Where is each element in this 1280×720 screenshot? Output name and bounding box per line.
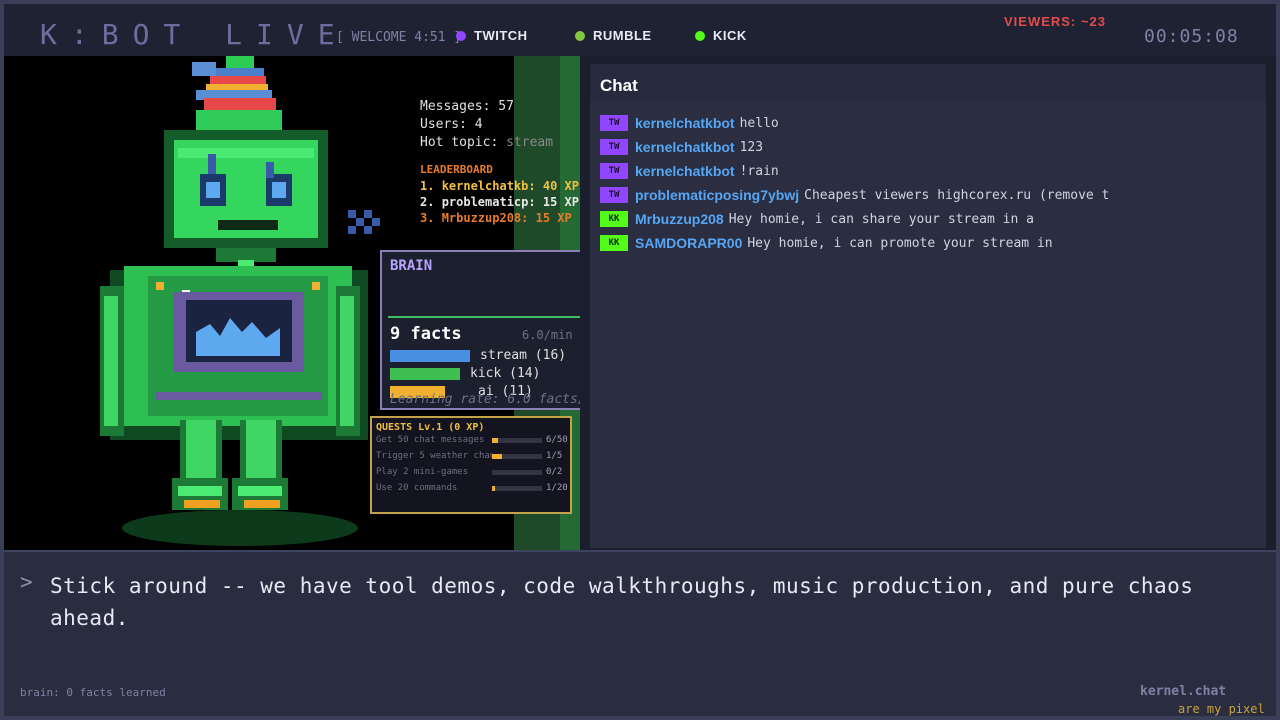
- kick-status-dot-icon: [695, 30, 705, 41]
- site-link[interactable]: kernel.chat: [1140, 684, 1226, 699]
- topic-bar-fill: [390, 349, 470, 362]
- chat-text: 123: [739, 139, 764, 155]
- top-bar: K:BOT LIVE [ WELCOME 4:51 ] TWITCH RUMBL…: [4, 4, 1276, 56]
- caption-text: Stick around -- we have tool demos, code…: [50, 574, 1194, 630]
- chat-stats: Messages: 57 Users: 4 Hot topic: stream: [420, 98, 553, 152]
- leaderboard-entry: 2. problematicp: 15 XP: [420, 195, 579, 209]
- prompt-icon: >: [20, 570, 33, 594]
- chat-message-list[interactable]: TW kernelchatkbot hello TW kernelchatkbo…: [590, 100, 1266, 548]
- welcome-text: [ WELCOME 4:51 ]: [336, 30, 462, 45]
- messages-stat: Messages: 57: [420, 99, 514, 114]
- brain-panel: BRAIN 9 facts 6.0/min stream (16) kick (…: [380, 250, 580, 410]
- chat-username[interactable]: problematicposing7ybwj: [635, 187, 799, 203]
- chat-username[interactable]: kernelchatkbot: [635, 115, 735, 131]
- hot-topic-stat: Hot topic: stream: [420, 135, 554, 150]
- learning-rate: Learning rate: 6.0 facts/min: [390, 392, 580, 407]
- chat-title: Chat: [600, 76, 638, 95]
- platform-twitch: TWITCH: [456, 28, 528, 43]
- chat-username[interactable]: kernelchatkbot: [635, 139, 735, 155]
- leaderboard-title: LEADERBOARD: [420, 163, 493, 176]
- platform-twitch-label: TWITCH: [474, 28, 528, 43]
- platform-kick: KICK: [695, 28, 747, 43]
- overflow-text: are my pixel: [1178, 702, 1265, 716]
- kick-badge-icon: KK: [600, 235, 628, 251]
- twitch-badge-icon: TW: [600, 187, 628, 203]
- chat-message: TW problematicposing7ybwj Cheapest viewe…: [600, 186, 1109, 204]
- chat-message: KK Mrbuzzup208 Hey homie, i can share yo…: [600, 210, 1034, 228]
- quest-progress-bar: [492, 469, 542, 475]
- quest-item: Play 2 mini-games 0/2: [376, 467, 563, 477]
- twitch-badge-icon: TW: [600, 163, 628, 179]
- brand-title: K:BOT LIVE: [40, 18, 349, 51]
- chat-username[interactable]: SAMDORAPR00: [635, 235, 742, 251]
- chat-username[interactable]: kernelchatkbot: [635, 163, 735, 179]
- facts-rate: 6.0/min: [522, 328, 573, 342]
- platform-rumble-label: RUMBLE: [593, 28, 652, 43]
- rumble-status-dot-icon: [575, 30, 585, 41]
- chat-text: !rain: [739, 163, 779, 179]
- stream-timer: 00:05:08: [1144, 26, 1239, 47]
- chat-text: Cheapest viewers highcorex.ru (remove t: [804, 187, 1110, 203]
- brain-title: BRAIN: [390, 258, 433, 274]
- chat-text: hello: [739, 115, 779, 131]
- quest-progress-bar: [492, 485, 542, 491]
- quest-item: Use 20 commands 1/20: [376, 483, 568, 493]
- stage-canvas: Messages: 57 Users: 4 Hot topic: stream …: [4, 56, 580, 550]
- platform-rumble: RUMBLE: [575, 28, 652, 43]
- quest-item: Get 50 chat messages 6/50: [376, 435, 568, 445]
- quest-progress-bar: [492, 453, 542, 459]
- platform-kick-label: KICK: [713, 28, 747, 43]
- viewer-count: VIEWERS: ~23: [1004, 14, 1106, 29]
- brain-status: brain: 0 facts learned: [20, 686, 166, 699]
- leaderboard: LEADERBOARD 1. kernelchatkb: 40 XP 2. pr…: [420, 162, 579, 226]
- kick-badge-icon: KK: [600, 211, 628, 227]
- users-stat: Users: 4: [420, 117, 483, 132]
- twitch-badge-icon: TW: [600, 115, 628, 131]
- quests-panel: QUESTS Lv.1 (0 XP) Get 50 chat messages …: [370, 416, 572, 514]
- facts-count: 9 facts: [390, 324, 462, 344]
- chat-message: TW kernelchatkbot 123: [600, 138, 763, 156]
- chat-panel: Chat TW kernelchatkbot hello TW kernelch…: [590, 64, 1266, 548]
- topic-bar-kick: kick (14): [390, 366, 540, 381]
- leaderboard-entry: 1. kernelchatkb: 40 XP: [420, 179, 579, 193]
- chat-username[interactable]: Mrbuzzup208: [635, 211, 724, 227]
- twitch-badge-icon: TW: [600, 139, 628, 155]
- quest-progress-bar: [492, 437, 542, 443]
- quests-title: QUESTS Lv.1 (0 XP): [376, 422, 485, 433]
- caption-bar: > Stick around -- we have tool demos, co…: [4, 550, 1276, 716]
- chat-message: KK SAMDORAPR00 Hey homie, i can promote …: [600, 234, 1053, 252]
- chat-message: TW kernelchatkbot hello: [600, 114, 779, 132]
- quest-item: Trigger 5 weather changes 1/5: [376, 451, 563, 461]
- brain-divider: [388, 316, 580, 318]
- twitch-status-dot-icon: [456, 30, 466, 41]
- chat-text: Hey homie, i can share your stream in a: [728, 211, 1034, 227]
- leaderboard-entry: 3. Mrbuzzup208: 15 XP: [420, 211, 572, 225]
- topic-bar-stream: stream (16): [390, 348, 566, 363]
- topic-bar-fill: [390, 367, 460, 380]
- chat-message: TW kernelchatkbot !rain: [600, 162, 779, 180]
- chat-text: Hey homie, i can promote your stream in: [747, 235, 1053, 251]
